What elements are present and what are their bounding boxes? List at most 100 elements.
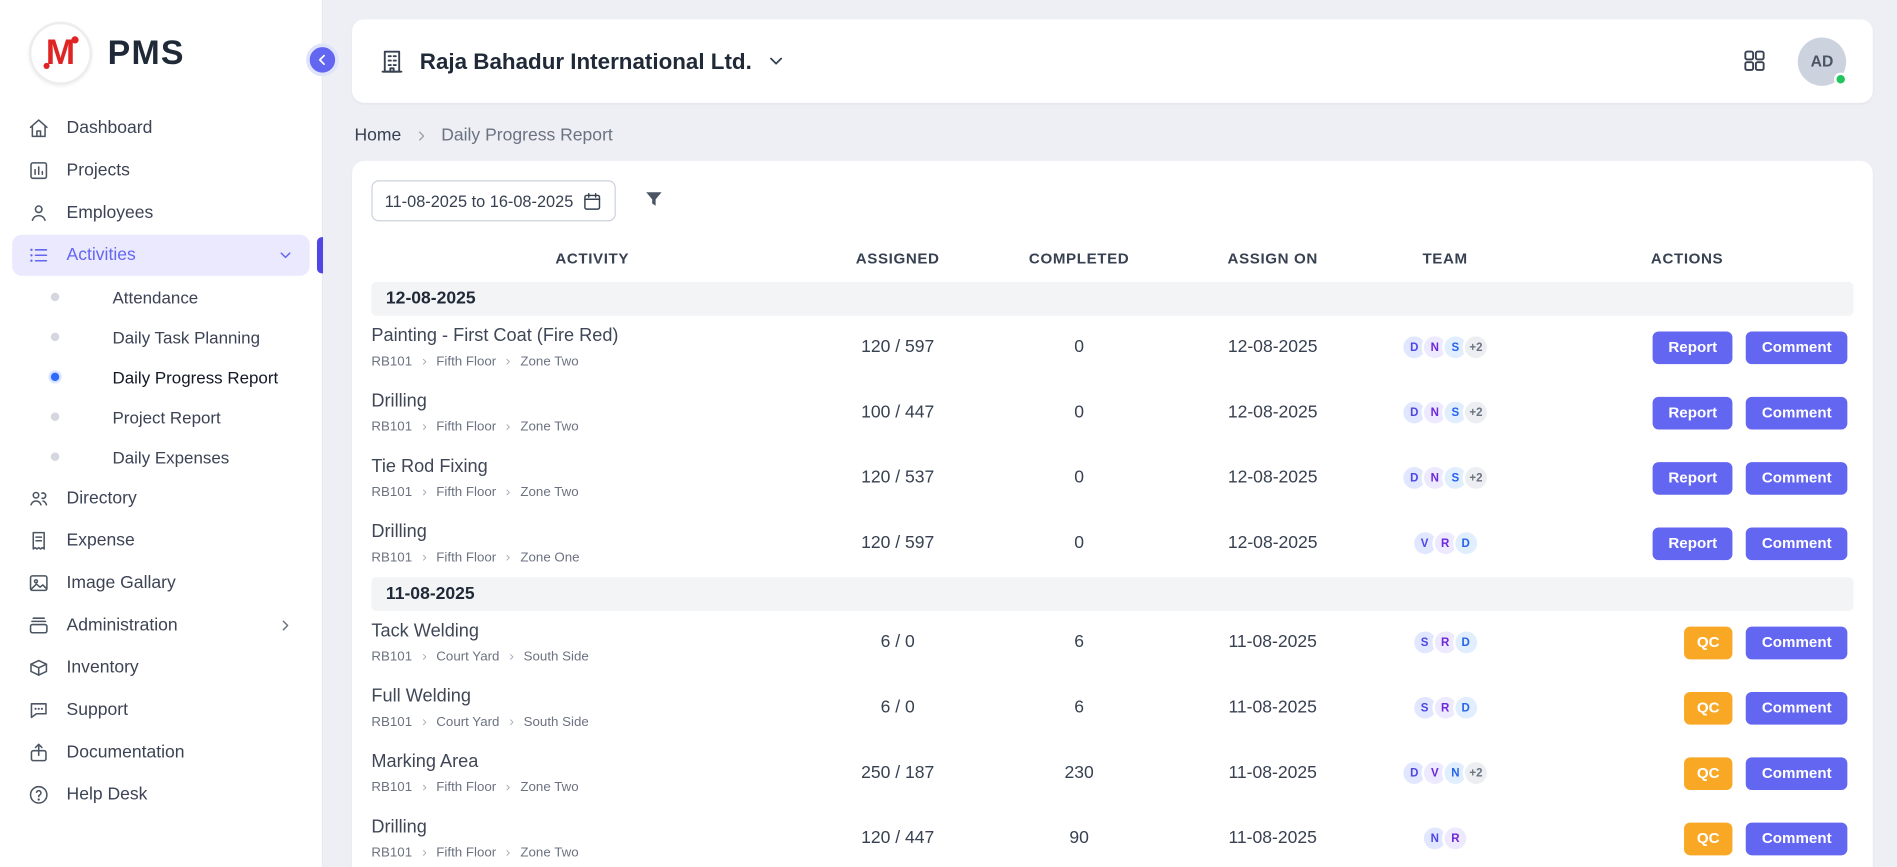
logo-m-icon: M (29, 22, 92, 85)
path-segment: Fifth Floor (436, 780, 496, 795)
path-separator-icon (419, 717, 429, 727)
sidebar-item-activities[interactable]: Activities (12, 235, 310, 276)
user-avatar[interactable]: AD (1798, 37, 1846, 85)
path-segment: Court Yard (436, 650, 499, 665)
actions-cell: QC Comment (1521, 676, 1854, 741)
sidebar-item-documentation[interactable]: Documentation (12, 732, 310, 773)
activities-icon (28, 244, 50, 266)
team-cell: DNS+2 (1369, 446, 1520, 511)
qc-button[interactable]: QC (1684, 822, 1733, 855)
activity-location-path: RB101Fifth FloorZone One (371, 550, 813, 565)
qc-button[interactable]: QC (1684, 757, 1733, 790)
activity-row: DrillingRB101Fifth FloorZone Two120 / 44… (371, 807, 1853, 867)
path-separator-icon (419, 488, 429, 498)
documentation-icon (28, 742, 50, 764)
comment-button[interactable]: Comment (1746, 822, 1847, 855)
sidebar-item-label: Employees (67, 203, 154, 222)
sidebar-subitem-daily-task-planning[interactable]: Daily Task Planning (0, 317, 322, 357)
group-date: 12-08-2025 (371, 282, 1853, 316)
qc-button[interactable]: QC (1684, 691, 1733, 724)
filter-button[interactable] (642, 188, 665, 215)
sidebar-collapse-button[interactable] (306, 44, 339, 77)
path-segment: Zone Two (520, 846, 578, 861)
comment-button[interactable]: Comment (1746, 757, 1847, 790)
sidebar-item-employees[interactable]: Employees (12, 192, 310, 233)
actions: Report Comment (1521, 396, 1854, 429)
apps-grid-button[interactable] (1740, 47, 1769, 76)
column-header-activity: ACTIVITY (371, 240, 813, 282)
team-avatars: DNS+2 (1369, 334, 1520, 361)
sidebar-subitem-attendance[interactable]: Attendance (0, 277, 322, 317)
filter-row: 11-08-2025 to 16-08-2025 (371, 180, 1853, 221)
team-member-avatar: R (1442, 825, 1469, 852)
bullet-dot-icon (51, 373, 59, 381)
breadcrumb-current: Daily Progress Report (441, 126, 613, 145)
comment-button[interactable]: Comment (1746, 691, 1847, 724)
team-avatars: VRD (1369, 530, 1520, 557)
completed-cell: 6 (982, 676, 1176, 741)
chevron-right-icon (413, 128, 429, 144)
path-separator-icon (419, 783, 429, 793)
comment-button[interactable]: Comment (1746, 527, 1847, 560)
report-button[interactable]: Report (1653, 527, 1733, 560)
assigned-cell: 6 / 0 (813, 676, 982, 741)
sidebar-item-support[interactable]: Support (12, 690, 310, 731)
company-name: Raja Bahadur International Ltd. (420, 48, 752, 75)
path-separator-icon (503, 783, 513, 793)
sidebar-item-directory[interactable]: Directory (12, 478, 310, 519)
comment-button[interactable]: Comment (1746, 396, 1847, 429)
report-button[interactable]: Report (1653, 396, 1733, 429)
report-button[interactable]: Report (1653, 331, 1733, 364)
directory-icon (28, 488, 50, 510)
sidebar-item-expense[interactable]: Expense (12, 520, 310, 561)
path-separator-icon (419, 652, 429, 662)
sidebar-item-label: Image Gallary (67, 573, 176, 592)
path-segment: Fifth Floor (436, 420, 496, 435)
path-segment: RB101 (371, 715, 412, 730)
qc-button[interactable]: QC (1684, 626, 1733, 659)
assigned-cell: 120 / 597 (813, 316, 982, 381)
path-separator-icon (507, 717, 517, 727)
comment-button[interactable]: Comment (1746, 462, 1847, 495)
app-logo[interactable]: M PMS (0, 0, 322, 102)
breadcrumb-home[interactable]: Home (354, 126, 401, 145)
date-range-input[interactable]: 11-08-2025 to 16-08-2025 (371, 180, 615, 221)
sidebar-item-image-gallary[interactable]: Image Gallary (12, 563, 310, 604)
funnel-icon (642, 188, 665, 211)
activity-row: Marking AreaRB101Fifth FloorZone Two250 … (371, 742, 1853, 807)
assigned-cell: 250 / 187 (813, 742, 982, 807)
bullet-dot-icon (51, 333, 59, 341)
report-button[interactable]: Report (1653, 462, 1733, 495)
assign-on-cell: 11-08-2025 (1176, 807, 1370, 867)
sidebar-subitem-project-report[interactable]: Project Report (0, 397, 322, 437)
sidebar-item-label: Expense (67, 531, 135, 550)
path-segment: RB101 (371, 550, 412, 565)
activity-title: Tie Rod Fixing (371, 456, 813, 477)
activity-title: Marking Area (371, 751, 813, 772)
actions-cell: QC Comment (1521, 807, 1854, 867)
activity-cell: DrillingRB101Fifth FloorZone Two (371, 807, 813, 867)
sidebar-subitem-daily-expenses[interactable]: Daily Expenses (0, 437, 322, 477)
completed-cell: 6 (982, 611, 1176, 676)
activity-title: Drilling (371, 521, 813, 542)
activity-row: DrillingRB101Fifth FloorZone Two100 / 44… (371, 381, 1853, 446)
sidebar-item-inventory[interactable]: Inventory (12, 647, 310, 688)
team-member-avatar: D (1452, 629, 1479, 656)
sidebar-subitem-label: Daily Progress Report (113, 367, 279, 386)
team-cell: VRD (1369, 512, 1520, 577)
team-member-avatar: D (1452, 530, 1479, 557)
sidebar-item-administration[interactable]: Administration (12, 605, 310, 646)
path-segment: Zone Two (520, 354, 578, 369)
activity-location-path: RB101Fifth FloorZone Two (371, 485, 813, 500)
path-segment: RB101 (371, 485, 412, 500)
comment-button[interactable]: Comment (1746, 331, 1847, 364)
sidebar-item-projects[interactable]: Projects (12, 150, 310, 191)
sidebar-item-dashboard[interactable]: Dashboard (12, 108, 310, 149)
company-selector[interactable]: Raja Bahadur International Ltd. (379, 48, 787, 75)
team-avatars: DVN+2 (1369, 760, 1520, 787)
team-avatars: DNS+2 (1369, 399, 1520, 426)
comment-button[interactable]: Comment (1746, 626, 1847, 659)
sidebar-item-help-desk[interactable]: Help Desk (12, 774, 310, 815)
sidebar-subitem-daily-progress-report[interactable]: Daily Progress Report (0, 357, 322, 397)
activity-title: Full Welding (371, 686, 813, 707)
